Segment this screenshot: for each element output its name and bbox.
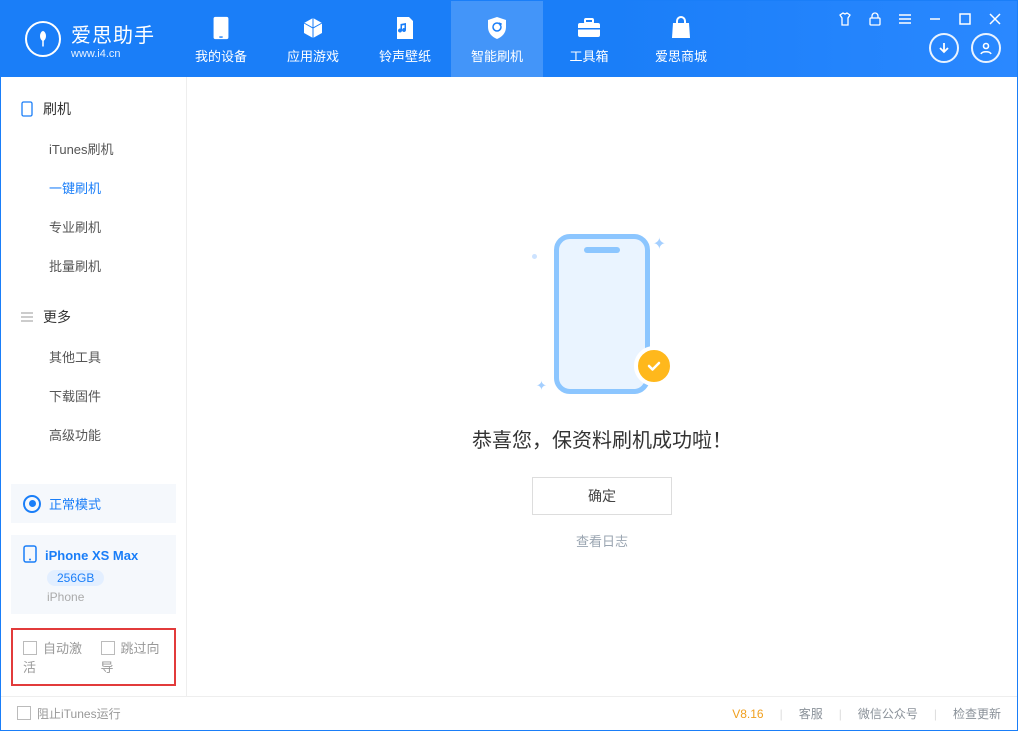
tab-label: 爱思商城 [655,46,707,65]
tab-my-device[interactable]: 我的设备 [175,1,267,77]
sidebar-item-itunes-flash[interactable]: iTunes刷机 [1,129,186,168]
user-button[interactable] [971,33,1001,63]
brand-logo-icon [25,21,61,57]
tab-smart-flash[interactable]: 智能刷机 [451,1,543,77]
brand-url: www.i4.cn [71,48,155,60]
tab-apps-games[interactable]: 应用游戏 [267,1,359,77]
minimize-icon[interactable] [925,9,945,29]
tab-label: 我的设备 [195,46,247,65]
ok-button[interactable]: 确定 [532,477,672,515]
view-log-link[interactable]: 查看日志 [576,531,628,550]
footer: 阻止iTunes运行 V8.16 | 客服 | 微信公众号 | 检查更新 [1,696,1017,730]
bag-icon [667,14,695,42]
tab-store[interactable]: 爱思商城 [635,1,727,77]
header: 爱思助手 www.i4.cn 我的设备 应用游戏 铃声壁纸 智能刷机 [1,1,1017,77]
shirt-icon[interactable] [835,9,855,29]
sparkle-icon: ✦ [536,378,547,394]
sidebar-group-flash: 刷机 iTunes刷机 一键刷机 专业刷机 批量刷机 [1,77,186,285]
brand: 爱思助手 www.i4.cn [1,1,175,77]
list-icon [19,309,35,325]
sidebar: 刷机 iTunes刷机 一键刷机 专业刷机 批量刷机 更多 其他工具 下载固件 … [1,77,187,696]
window-controls [835,9,1005,29]
success-check-icon [634,346,674,386]
footer-link-update[interactable]: 检查更新 [953,705,1001,722]
brand-text: 爱思助手 www.i4.cn [71,19,155,60]
briefcase-icon [575,14,603,42]
sidebar-item-download-fw[interactable]: 下载固件 [1,376,186,415]
group-label: 刷机 [43,99,71,119]
sidebar-group-more: 更多 其他工具 下载固件 高级功能 [1,285,186,454]
nav-tabs: 我的设备 应用游戏 铃声壁纸 智能刷机 工具箱 爱思商城 [175,1,727,77]
tab-label: 铃声壁纸 [379,46,431,65]
device-phone-icon [23,545,37,566]
header-actions [929,33,1001,63]
tab-ringtones[interactable]: 铃声壁纸 [359,1,451,77]
sidebar-group-title: 刷机 [1,89,186,129]
sidebar-item-other-tools[interactable]: 其他工具 [1,337,186,376]
close-icon[interactable] [985,9,1005,29]
success-message: 恭喜您，保资料刷机成功啦！ [472,424,732,453]
menu-icon[interactable] [895,9,915,29]
download-button[interactable] [929,33,959,63]
tab-label: 智能刷机 [471,46,523,65]
shield-refresh-icon [483,14,511,42]
sidebar-group-title: 更多 [1,297,186,337]
block-itunes-checkbox[interactable]: 阻止iTunes运行 [17,705,121,722]
tab-toolbox[interactable]: 工具箱 [543,1,635,77]
skip-guide-checkbox[interactable]: 跳过向导 [101,638,165,676]
lock-icon[interactable] [865,9,885,29]
body: 刷机 iTunes刷机 一键刷机 专业刷机 批量刷机 更多 其他工具 下载固件 … [1,77,1017,696]
sidebar-scroll: 刷机 iTunes刷机 一键刷机 专业刷机 批量刷机 更多 其他工具 下载固件 … [1,77,186,478]
sidebar-item-pro-flash[interactable]: 专业刷机 [1,207,186,246]
dot-icon [532,254,537,259]
version-label: V8.16 [732,707,763,721]
sidebar-item-batch-flash[interactable]: 批量刷机 [1,246,186,285]
status-indicator-icon [23,495,41,513]
checkbox-icon [23,641,37,655]
brand-name: 爱思助手 [71,19,155,48]
group-label: 更多 [43,307,71,327]
tab-label: 工具箱 [569,46,608,65]
tab-label: 应用游戏 [287,46,339,65]
checkbox-icon [101,641,115,655]
app-window: 爱思助手 www.i4.cn 我的设备 应用游戏 铃声壁纸 智能刷机 [0,0,1018,731]
status-label: 正常模式 [49,494,101,513]
device-box[interactable]: iPhone XS Max 256GB iPhone [11,535,176,614]
cube-icon [299,14,327,42]
device-name: iPhone XS Max [45,548,138,563]
auto-activate-checkbox[interactable]: 自动激活 [23,638,87,676]
success-illustration: ✦ ✦ [522,224,682,404]
footer-link-service[interactable]: 客服 [799,705,823,722]
options-box: 自动激活 跳过向导 [11,628,176,686]
footer-link-wechat[interactable]: 微信公众号 [858,705,918,722]
device-storage-badge: 256GB [47,570,104,586]
main-content: ✦ ✦ 恭喜您，保资料刷机成功啦！ 确定 查看日志 [187,77,1017,696]
maximize-icon[interactable] [955,9,975,29]
device-type: iPhone [47,590,164,604]
sidebar-item-oneclick-flash[interactable]: 一键刷机 [1,168,186,207]
checkbox-icon [17,706,31,720]
device-icon [207,14,235,42]
phone-icon [19,101,35,117]
music-file-icon [391,14,419,42]
status-box: 正常模式 [11,484,176,523]
sparkle-icon: ✦ [653,234,666,254]
sidebar-item-advanced[interactable]: 高级功能 [1,415,186,454]
